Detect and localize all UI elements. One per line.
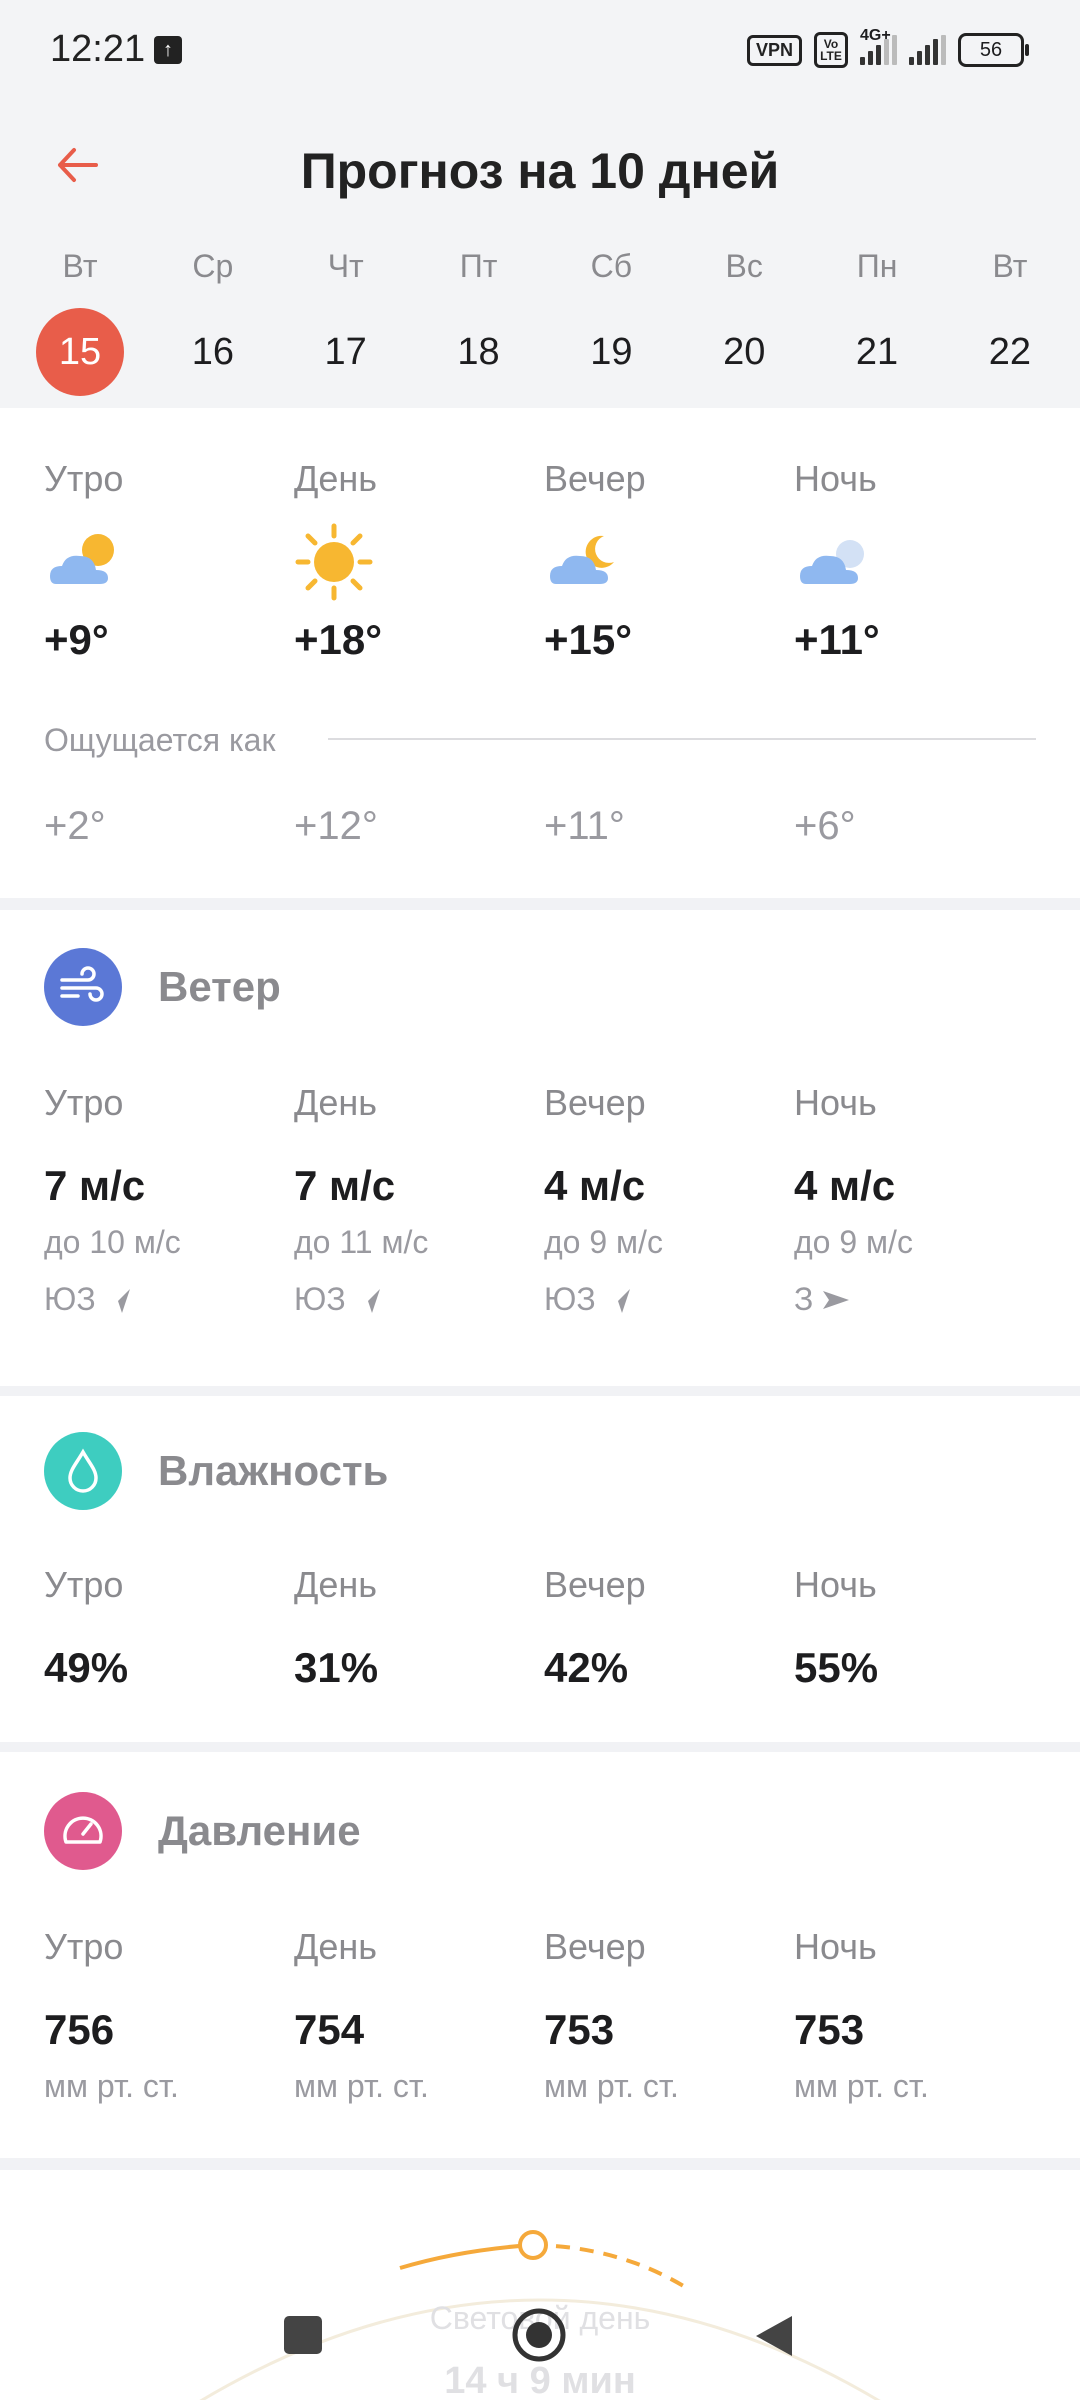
partly-cloudy-night-icon	[544, 522, 624, 602]
upload-icon: ↑	[154, 36, 182, 64]
feels-like-label: Ощущается как	[44, 722, 276, 758]
sun-icon	[294, 522, 374, 602]
status-icons: VPN Vo LTE 4G+ 56	[746, 27, 1029, 70]
day-tab[interactable]: Вт 22	[950, 248, 1070, 396]
system-nav-bar	[0, 2268, 1080, 2400]
day-tab[interactable]: Чт 17	[286, 248, 406, 396]
humidity-period: День 31%	[294, 1564, 379, 1691]
day-selector: Вт 15 Ср 16 Чт 17 Пт 18 Сб 19 Вс 20 Пн 21 Вт 22	[20, 248, 1070, 396]
wind-direction-icon	[823, 1290, 850, 1309]
wind-icon	[44, 948, 122, 1026]
feels-value: +12°	[294, 804, 378, 848]
wind-period: Ночь 4 м/с до 9 м/с З	[794, 1082, 913, 1317]
vpn-badge: VPN	[746, 34, 802, 66]
pressure-title: Давление	[158, 1807, 361, 1854]
day-tab[interactable]: Вс 20	[684, 248, 804, 396]
wind-direction-icon	[107, 1288, 130, 1313]
divider	[328, 738, 1036, 740]
recent-apps-button[interactable]	[284, 2316, 322, 2354]
partly-cloudy-day-icon	[44, 522, 124, 602]
wind-period: Вечер 4 м/с до 9 м/с ЮЗ	[544, 1082, 663, 1317]
page-title: Прогноз на 10 дней	[300, 143, 780, 199]
day-tab[interactable]: Пн 21	[817, 248, 937, 396]
water-drop-icon	[44, 1432, 122, 1510]
forecast-period: Утро +9°	[44, 458, 124, 663]
wind-period: День 7 м/с до 11 м/с ЮЗ	[294, 1082, 429, 1317]
day-tab[interactable]: Пт 18	[419, 248, 539, 396]
forecast-period: Вечер +15°	[544, 458, 646, 663]
forecast-period: Ночь +11°	[794, 458, 880, 663]
status-time: 12:21	[50, 28, 146, 70]
wind-direction-icon	[607, 1288, 630, 1313]
wind-period: Утро 7 м/с до 10 м/с ЮЗ	[44, 1082, 181, 1317]
humidity-title: Влажность	[158, 1447, 389, 1494]
pressure-card: Давление Утро 756 мм рт. ст. День 754 мм рт.…	[0, 1752, 1080, 2158]
signal-icon	[909, 35, 946, 65]
day-tab[interactable]: Ср 16	[153, 248, 273, 396]
wind-direction-icon	[357, 1288, 380, 1313]
day-tab[interactable]: Сб 19	[551, 248, 671, 396]
humidity-period: Утро 49%	[44, 1564, 129, 1691]
wind-card: Ветер Утро 7 м/с до 10 м/с ЮЗ День 7 м/с…	[0, 910, 1080, 1386]
pressure-period: Ночь 753 мм рт. ст.	[794, 1926, 929, 2104]
back-button[interactable]	[752, 2312, 796, 2360]
humidity-period: Вечер 42%	[544, 1564, 646, 1691]
cloudy-night-icon	[794, 522, 874, 602]
pressure-period: День 754 мм рт. ст.	[294, 1926, 429, 2104]
home-button[interactable]	[510, 2306, 568, 2364]
humidity-card: Влажность Утро 49% День 31% Вечер 42% Ночь 5…	[0, 1396, 1080, 1742]
pressure-period: Утро 756 мм рт. ст.	[44, 1926, 179, 2104]
sun-position-icon	[518, 2230, 548, 2260]
status-bar: 12:21 ↑ VPN Vo LTE 4G+ 56	[0, 0, 1080, 100]
feels-value: +2°	[44, 804, 106, 848]
battery-icon: 56	[958, 33, 1029, 67]
volte-badge: Vo LTE	[814, 32, 848, 68]
feels-value: +6°	[794, 804, 856, 848]
forecast-period: День +18°	[294, 458, 383, 663]
feels-value: +11°	[544, 804, 625, 848]
humidity-period: Ночь 55%	[794, 1564, 879, 1691]
gauge-icon	[44, 1792, 122, 1870]
signal-4g-icon: 4G+	[860, 27, 897, 65]
forecast-card: Утро +9° День +18° Вечер +15° Ночь +11° …	[0, 408, 1080, 898]
day-tab[interactable]: Вт 15	[20, 248, 140, 396]
pressure-period: Вечер 753 мм рт. ст.	[544, 1926, 679, 2104]
wind-title: Ветер	[158, 963, 281, 1010]
